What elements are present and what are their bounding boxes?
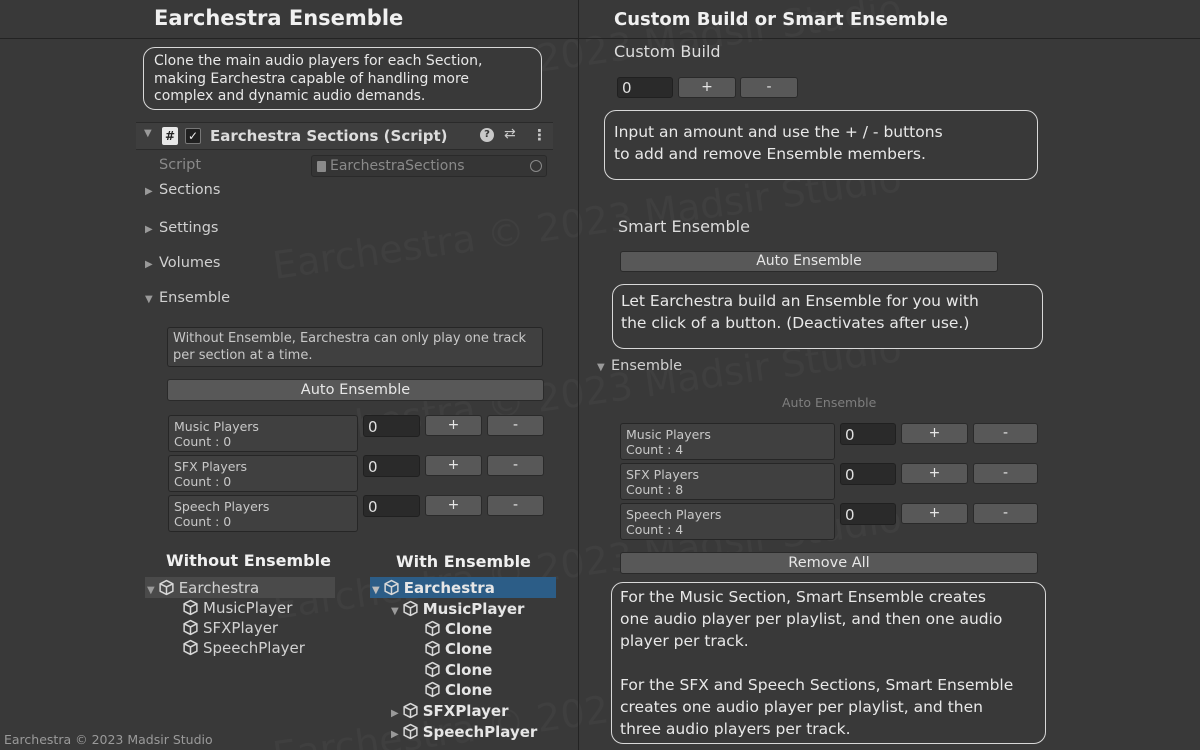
gameobject-icon [402,723,419,740]
gameobject-icon [424,661,441,678]
component-title: Earchestra Sections (Script) [210,127,448,145]
sfx-remove-button[interactable]: - [487,455,544,476]
tree-item-speechplayer-ensemble[interactable]: ▶ SpeechPlayer [391,723,537,741]
with-ensemble-heading: With Ensemble [396,552,531,571]
panel-divider [578,0,579,750]
tree-item-musicplayer[interactable]: MusicPlayer [182,599,292,617]
tree-expand-icon: ▼ [372,585,380,596]
smart-auto-ensemble-button[interactable]: Auto Ensemble [620,251,998,272]
ensemble-help-box: Without Ensemble, Earchestra can only pl… [167,327,543,367]
right-music-remove-button[interactable]: - [973,423,1038,444]
auto-ensemble-button[interactable]: Auto Ensemble [167,379,544,401]
preset-icon[interactable]: ⇄ [504,126,516,142]
gameobject-icon [402,600,419,617]
collapse-arrow-icon[interactable]: ▼ [144,128,152,139]
right-music-players-input[interactable]: 0 [840,423,896,445]
tree-item-clone[interactable]: Clone [424,681,492,699]
smart-ensemble-heading: Smart Ensemble [618,217,750,236]
tree-item-sfxplayer[interactable]: SFXPlayer [182,619,278,637]
gameobject-icon [182,619,199,636]
gameobject-icon [182,599,199,616]
right-title: Custom Build or Smart Ensemble [614,9,948,30]
sfx-players-info: SFX Players Count : 0 [168,455,358,492]
without-ensemble-heading: Without Ensemble [166,551,331,570]
foldout-arrow-icon: ▶ [145,224,153,235]
right-speech-players-info: Speech Players Count : 4 [620,503,835,540]
right-music-players-info: Music Players Count : 4 [620,423,835,460]
tree-expand-icon: ▶ [391,729,399,740]
script-icon: # [162,127,178,145]
custom-add-button[interactable]: + [678,77,736,98]
gameobject-icon [182,639,199,656]
tree-item-clone[interactable]: Clone [424,640,492,658]
gameobject-icon [402,702,419,719]
sfx-add-button[interactable]: + [425,455,482,476]
more-menu-icon[interactable]: ⋮ [532,126,547,144]
enabled-checkbox[interactable]: ✓ [185,128,201,144]
right-sfx-remove-button[interactable]: - [973,463,1038,484]
tree-item-sfxplayer-ensemble[interactable]: ▶ SFXPlayer [391,702,508,720]
script-file-icon [317,161,326,172]
speech-players-info: Speech Players Count : 0 [168,495,358,532]
right-speech-add-button[interactable]: + [901,503,968,524]
foldout-arrow-icon: ▶ [145,259,153,270]
auto-ensemble-disabled-label: Auto Ensemble [782,395,877,410]
left-title: Earchestra Ensemble [154,6,404,30]
foldout-settings[interactable]: ▶ Settings [145,220,218,236]
tree-expand-icon: ▶ [391,708,399,719]
music-players-info: Music Players Count : 0 [168,415,358,452]
smart-help-bubble: Let Earchestra build an Ensemble for you… [612,284,1043,349]
right-sfx-players-info: SFX Players Count : 8 [620,463,835,500]
speech-add-button[interactable]: + [425,495,482,516]
tree-item-earchestra-ensemble[interactable]: ▼ Earchestra [372,579,495,597]
foldout-volumes[interactable]: ▶ Volumes [145,255,220,271]
speech-remove-button[interactable]: - [487,495,544,516]
gameobject-icon [424,681,441,698]
foldout-sections[interactable]: ▶ Sections [145,182,220,198]
right-sfx-players-input[interactable]: 0 [840,463,896,485]
script-field: EarchestraSections [311,155,547,177]
tree-item-speechplayer[interactable]: SpeechPlayer [182,639,305,657]
right-header-divider [579,38,1200,39]
tree-item-earchestra[interactable]: ▼ Earchestra [147,579,259,597]
gameobject-icon [424,620,441,637]
custom-build-heading: Custom Build [614,42,721,61]
gameobject-icon [383,579,400,596]
object-picker-icon [530,160,542,172]
left-header-divider [0,38,578,39]
right-speech-players-input[interactable]: 0 [840,503,896,525]
tree-expand-icon: ▼ [391,606,399,617]
music-add-button[interactable]: + [425,415,482,436]
music-remove-button[interactable]: - [487,415,544,436]
intro-bubble: Clone the main audio players for each Se… [143,47,542,110]
foldout-arrow-icon: ▶ [145,186,153,197]
gameobject-icon [424,640,441,657]
speech-players-input[interactable]: 0 [363,495,420,517]
custom-remove-button[interactable]: - [740,77,798,98]
tree-item-musicplayer-ensemble[interactable]: ▼ MusicPlayer [391,600,524,618]
smart-ensemble-explanation: For the Music Section, Smart Ensemble cr… [611,582,1046,744]
music-players-input[interactable]: 0 [363,415,420,437]
tree-item-clone[interactable]: Clone [424,620,492,638]
right-music-add-button[interactable]: + [901,423,968,444]
foldout-arrow-icon: ▼ [145,294,153,305]
remove-all-button[interactable]: Remove All [620,552,1038,574]
foldout-arrow-icon: ▼ [597,362,605,373]
sfx-players-input[interactable]: 0 [363,455,420,477]
foldout-ensemble[interactable]: ▼ Ensemble [145,290,230,306]
script-label: Script [159,157,202,173]
footer-copyright: Earchestra © 2023 Madsir Studio [4,732,213,747]
help-icon[interactable]: ? [480,128,494,142]
tree-item-clone[interactable]: Clone [424,661,492,679]
right-sfx-add-button[interactable]: + [901,463,968,484]
right-speech-remove-button[interactable]: - [973,503,1038,524]
custom-help-bubble: Input an amount and use the + / - button… [604,110,1038,180]
component-header[interactable]: ▼ # ✓ Earchestra Sections (Script) ? ⇄ ⋮ [136,122,553,150]
tree-expand-icon: ▼ [147,585,155,596]
right-foldout-ensemble[interactable]: ▼ Ensemble [597,358,682,374]
gameobject-icon [158,579,175,596]
custom-build-input[interactable]: 0 [617,77,673,98]
